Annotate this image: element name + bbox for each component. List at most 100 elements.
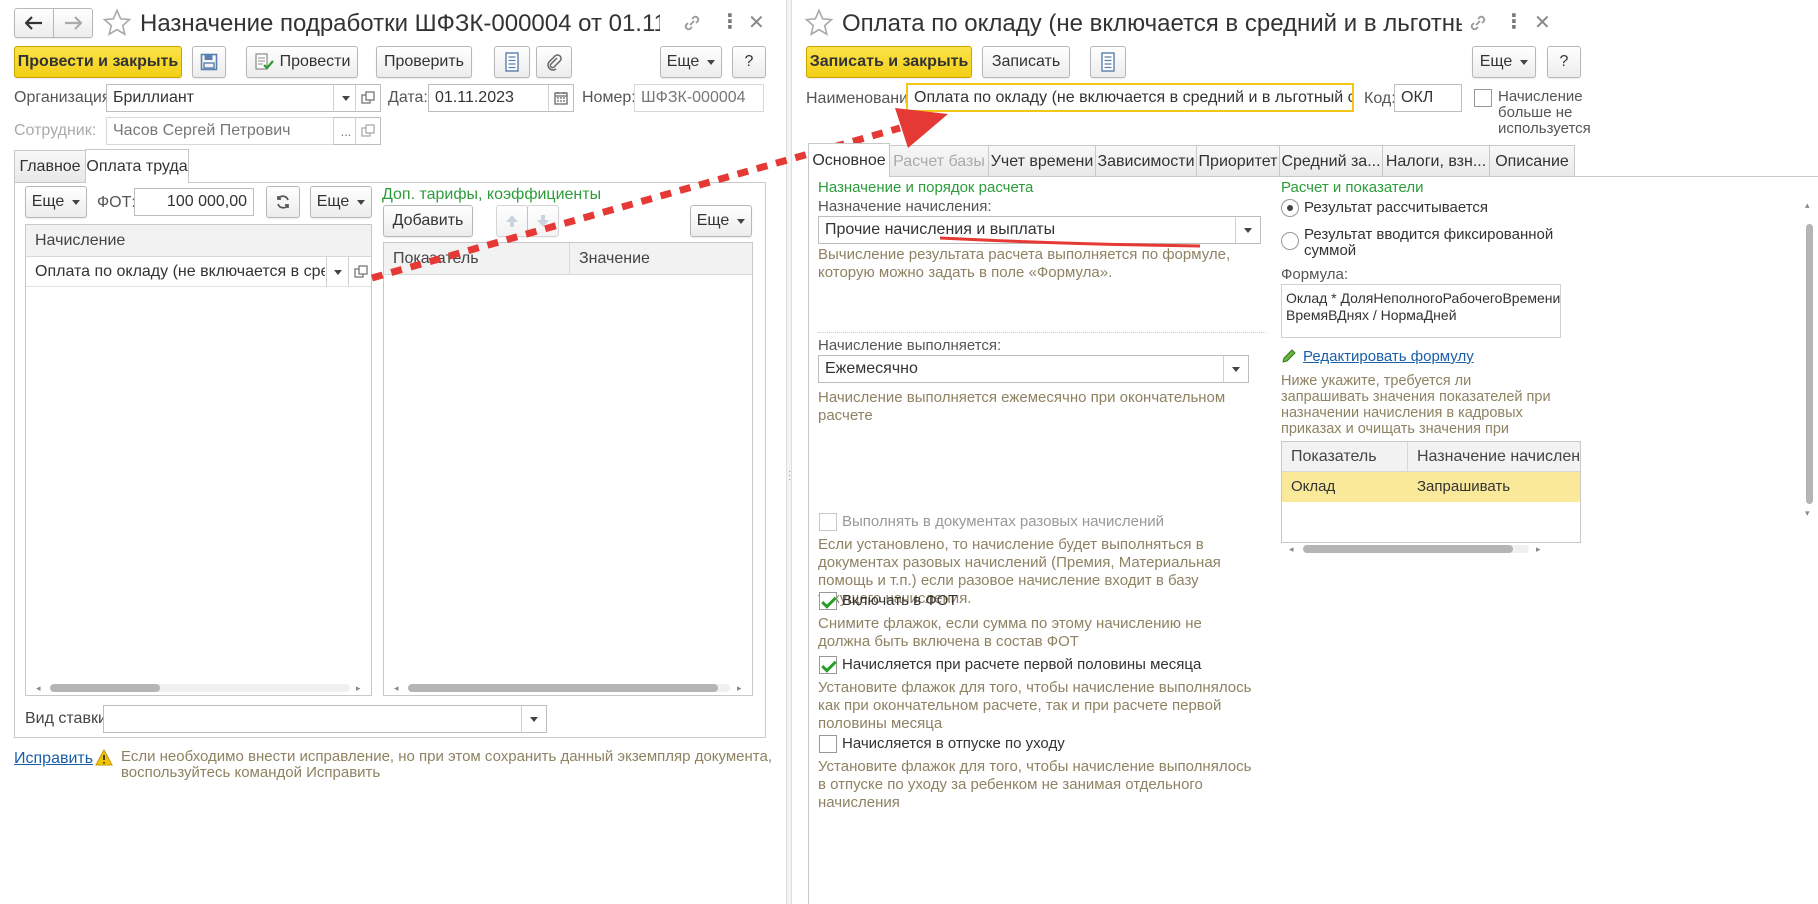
tab-basic[interactable]: Основное <box>808 143 890 177</box>
accrual-hscroll[interactable]: ◂ ▸ <box>26 681 371 694</box>
scroll-thumb[interactable] <box>1303 545 1513 553</box>
scroll-left-icon[interactable]: ◂ <box>1289 544 1294 555</box>
scroll-thumb[interactable] <box>1806 224 1813 504</box>
radio-fixed[interactable] <box>1281 232 1299 250</box>
close-icon[interactable]: ✕ <box>748 10 765 35</box>
more-vert-icon[interactable]: ⋮ <box>1504 12 1524 32</box>
move-up-button[interactable] <box>496 205 528 237</box>
move-down-button[interactable] <box>527 205 559 237</box>
add-button[interactable]: Добавить <box>383 205 473 237</box>
accrual-header[interactable]: Начисление <box>26 225 371 257</box>
fot-more-button[interactable]: Еще <box>25 186 87 218</box>
fix-link[interactable]: Исправить <box>14 750 93 768</box>
mid-more-button[interactable]: Еще <box>310 186 372 218</box>
formula-box[interactable]: Оклад * ДоляНеполногоРабочегоВремени Вре… <box>1281 284 1561 338</box>
indicators-hscroll[interactable]: ◂ ▸ <box>384 681 752 694</box>
fot-input[interactable]: 100 000,00 <box>134 188 254 216</box>
exec-dropdown[interactable] <box>1223 355 1249 383</box>
employee-label: Сотрудник: <box>14 122 97 139</box>
report-button[interactable] <box>1090 46 1126 78</box>
code-input[interactable]: ОКЛ <box>1394 84 1462 112</box>
forward-button[interactable] <box>53 8 93 38</box>
first-half-checkbox[interactable] <box>819 656 837 674</box>
table-row[interactable]: Оплата по окладу (не включается в средни… <box>26 257 371 287</box>
purpose-label: Назначение начисления: <box>818 198 992 215</box>
accrual-row-open[interactable] <box>348 257 371 287</box>
post-button[interactable]: Провести <box>246 46 358 78</box>
scroll-right-icon[interactable]: ▸ <box>356 683 361 694</box>
report-button[interactable] <box>494 46 530 78</box>
leave-checkbox[interactable] <box>819 735 837 753</box>
ind-header[interactable]: Показатель <box>1282 442 1408 472</box>
link-icon[interactable] <box>1468 13 1488 33</box>
table-row[interactable]: Оклад Запрашивать <box>1282 472 1580 502</box>
close-icon[interactable]: ✕ <box>1534 10 1551 35</box>
tab-priority[interactable]: Приоритет <box>1196 145 1280 177</box>
scroll-left-icon[interactable]: ◂ <box>36 683 41 694</box>
indicator-header[interactable]: Показатель <box>384 243 570 275</box>
tab-taxes[interactable]: Налоги, взн... <box>1382 145 1490 177</box>
scroll-thumb[interactable] <box>408 684 718 692</box>
more-button[interactable]: Еще <box>1472 46 1536 78</box>
right-more-button[interactable]: Еще <box>690 205 752 237</box>
scroll-down-icon[interactable]: ▾ <box>1805 508 1810 519</box>
scroll-right-icon[interactable]: ▸ <box>737 683 742 694</box>
include-fot-checkbox[interactable] <box>819 592 837 610</box>
tab-main[interactable]: Главное <box>14 150 86 182</box>
purpose-input[interactable]: Прочие начисления и выплаты <box>818 216 1236 244</box>
scroll-thumb[interactable] <box>50 684 160 692</box>
save-and-close-button[interactable]: Записать и закрыть <box>806 46 972 78</box>
tab-time[interactable]: Учет времени <box>988 145 1096 177</box>
splitter-grip-icon: · · · <box>788 466 792 485</box>
calendar-button[interactable] <box>548 84 574 112</box>
check-button[interactable]: Проверить <box>376 46 472 78</box>
date-input[interactable]: 01.11.2023 <box>428 84 550 112</box>
tab-average[interactable]: Средний за... <box>1279 145 1383 177</box>
formula-line-1: Оклад * ДоляНеполногоРабочегоВремени <box>1286 290 1561 306</box>
edit-formula-link[interactable]: Редактировать формулу <box>1303 348 1474 365</box>
back-button[interactable] <box>14 8 54 38</box>
help-button[interactable]: ? <box>1547 46 1581 78</box>
refresh-button[interactable] <box>266 186 300 218</box>
formula-label: Формула: <box>1281 266 1349 283</box>
radio-calculated[interactable] <box>1281 199 1299 217</box>
unused-checkbox[interactable] <box>1474 89 1492 107</box>
tariffs-link[interactable]: Доп. тарифы, коэффициенты <box>382 186 601 204</box>
star-icon[interactable] <box>102 8 132 38</box>
link-icon[interactable] <box>682 13 702 33</box>
employee-open-button[interactable] <box>355 117 381 145</box>
attach-button[interactable] <box>536 46 572 78</box>
one-time-checkbox[interactable] <box>819 513 837 531</box>
exec-input[interactable]: Ежемесячно <box>818 355 1224 383</box>
assign-header[interactable]: Назначение начисления <box>1408 442 1580 472</box>
employee-input[interactable]: Часов Сергей Петрович <box>106 117 334 145</box>
name-input[interactable]: Оплата по окладу (не включается в средни… <box>906 83 1354 112</box>
post-and-close-button[interactable]: Провести и закрыть <box>14 46 182 78</box>
scroll-right-icon[interactable]: ▸ <box>1536 544 1541 555</box>
scroll-left-icon[interactable]: ◂ <box>394 683 399 694</box>
tab-payment[interactable]: Оплата труда <box>85 149 189 183</box>
purpose-dropdown[interactable] <box>1235 216 1261 244</box>
more-vert-icon[interactable]: ⋮ <box>720 12 740 32</box>
help-button[interactable]: ? <box>732 46 766 78</box>
tab-base-calc[interactable]: Расчет базы <box>889 145 989 177</box>
grid-hscroll[interactable]: ◂ ▸ <box>1281 542 1551 555</box>
value-header[interactable]: Значение <box>570 243 752 275</box>
org-open-button[interactable] <box>355 84 381 112</box>
accrual-row-dropdown[interactable] <box>326 257 348 287</box>
assign-row-value: Запрашивать <box>1417 478 1511 495</box>
star-icon[interactable] <box>804 8 834 38</box>
org-input[interactable]: Бриллиант <box>106 84 334 112</box>
number-input[interactable]: ШФЗК-000004 <box>634 84 764 112</box>
save-button[interactable] <box>192 46 226 78</box>
tab-dependencies[interactable]: Зависимости <box>1095 145 1197 177</box>
more-button[interactable]: Еще <box>660 46 722 78</box>
chevron-down-icon <box>72 199 81 205</box>
write-button[interactable]: Записать <box>982 46 1070 78</box>
fot-more-label: Еще <box>31 193 65 210</box>
rate-input[interactable] <box>103 705 523 733</box>
form-vscroll[interactable]: ▴ ▾ <box>1804 200 1814 520</box>
rate-dropdown[interactable] <box>521 705 547 733</box>
tab-description[interactable]: Описание <box>1489 145 1575 177</box>
scroll-up-icon[interactable]: ▴ <box>1805 200 1810 211</box>
